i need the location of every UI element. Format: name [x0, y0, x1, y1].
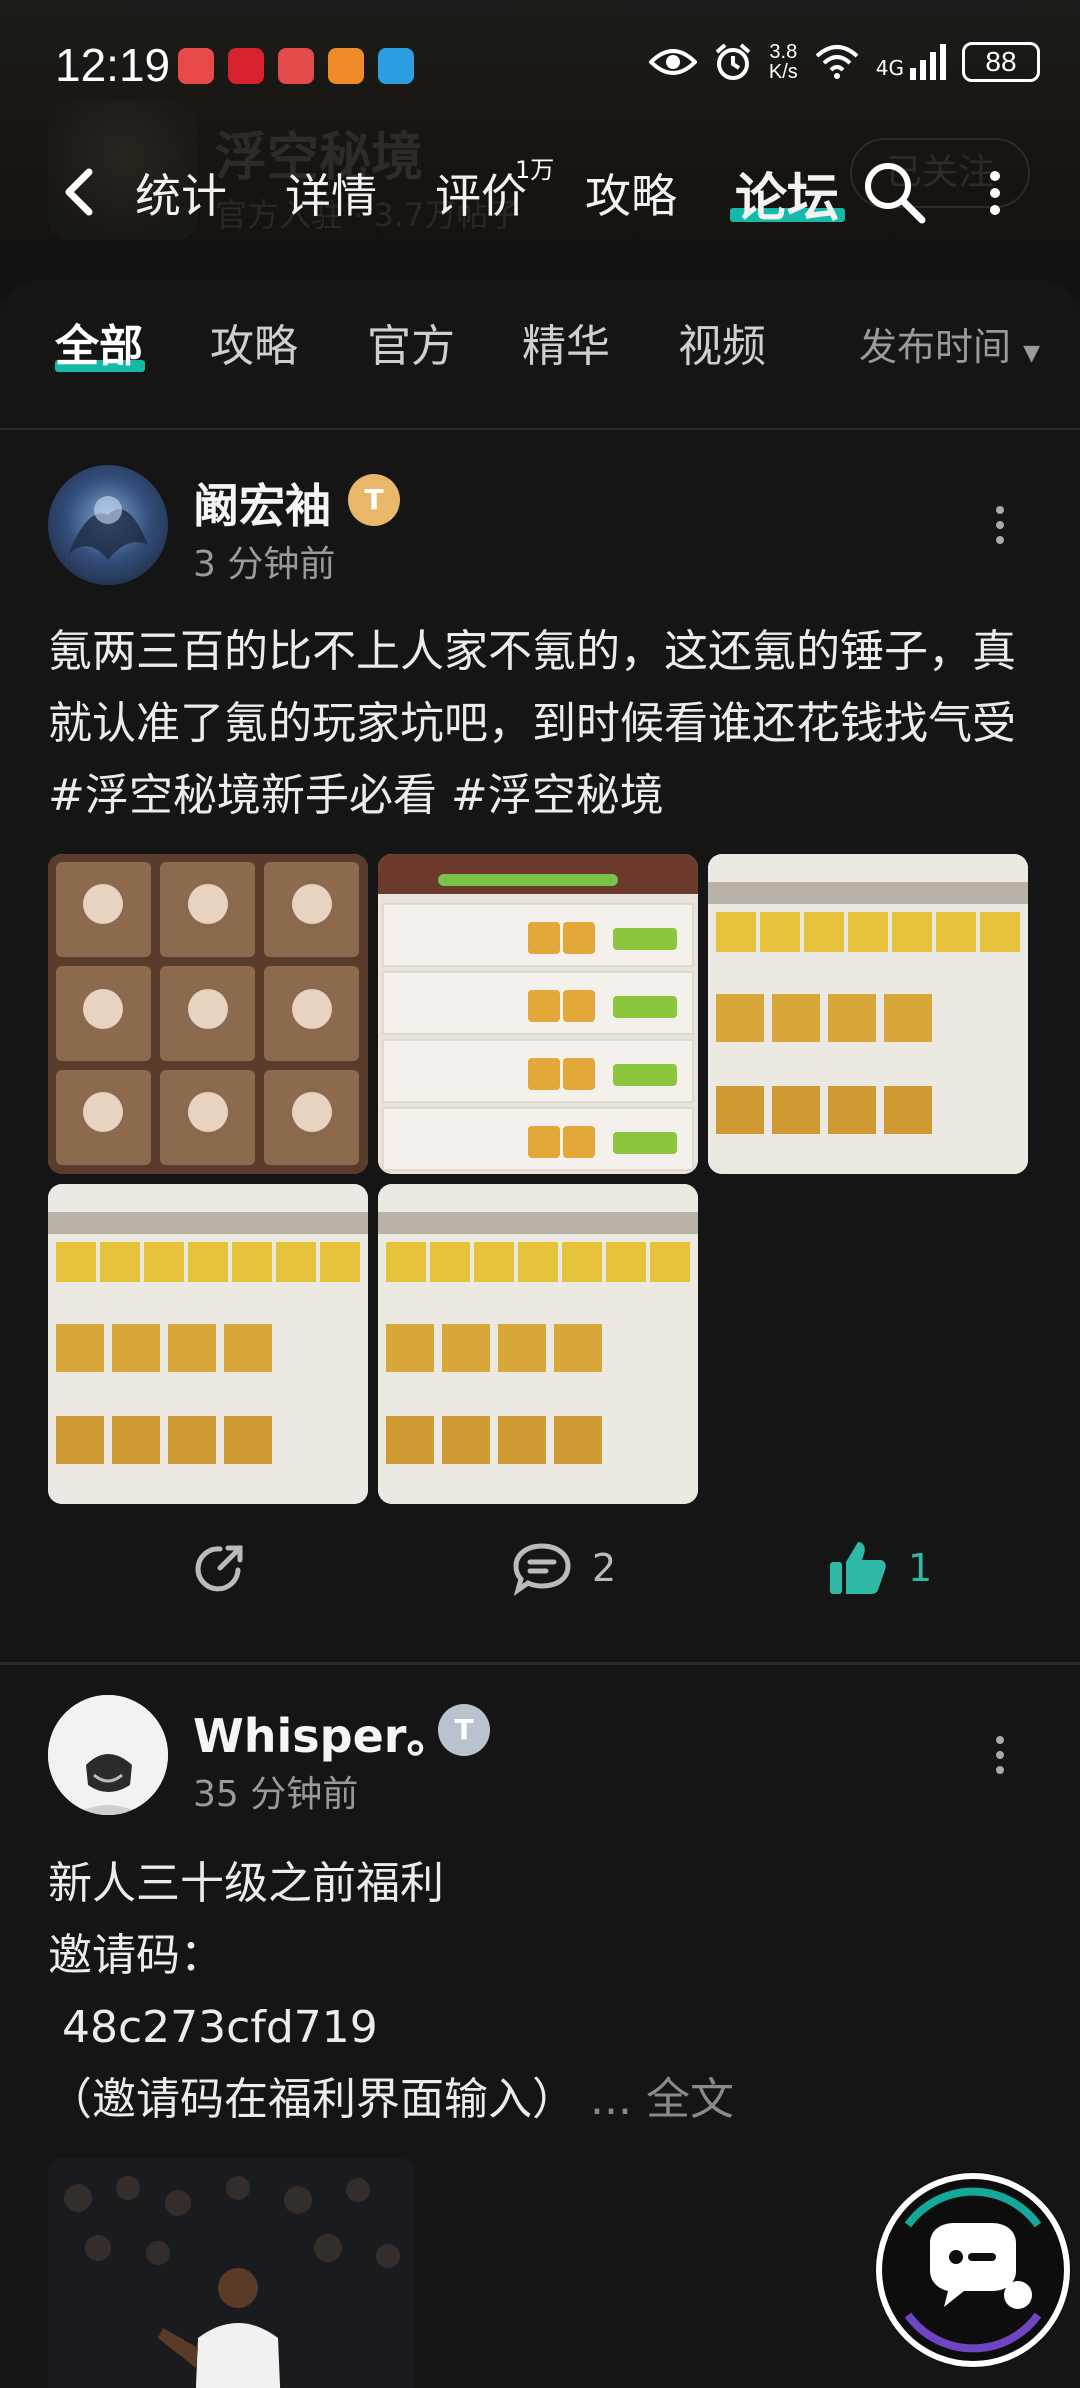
network-speed: 3.8 K/s — [769, 42, 798, 82]
filter-all[interactable]: 全部 — [55, 310, 143, 374]
post-text[interactable]: 氪两三百的比不上人家不氪的，这还氪的锤子，真就认准了氪的玩家坑吧，到时候看谁还花… — [48, 616, 1038, 832]
alarm-icon — [715, 43, 751, 80]
thumbs-up-icon — [830, 1542, 886, 1594]
tab-details[interactable]: 详情 — [285, 160, 377, 226]
post-time: 3 分钟前 — [193, 544, 336, 585]
speed-unit: K/s — [768, 61, 798, 83]
level-badge: T — [438, 1704, 490, 1756]
status-time: 12:19 — [55, 39, 171, 91]
battery-indicator: 88 — [962, 42, 1040, 82]
sort-label: 发布时间 — [858, 325, 1011, 369]
tab-forum[interactable]: 论坛 — [735, 156, 839, 231]
level-badge: T — [348, 474, 400, 526]
post-line: 邀请码： — [48, 1930, 224, 1981]
filter-featured[interactable]: 精华 — [522, 310, 610, 374]
share-icon — [195, 1545, 243, 1592]
status-right: 3.8 K/s 4G 88 — [648, 42, 1040, 82]
comment-icon — [513, 1543, 571, 1596]
comment-count: 2 — [592, 1546, 617, 1590]
review-count-badge: 1万 — [515, 156, 555, 184]
tab-stats[interactable]: 统计 — [135, 160, 227, 226]
heroes-grid-art — [48, 854, 368, 1174]
filter-bar: 全部 攻略 官方 精华 视频 发布时间 ▼ — [0, 280, 1080, 430]
top-navigation: 统计 详情 评价 1万 攻略 论坛 — [0, 150, 1080, 240]
post-more-icon[interactable] — [995, 505, 1005, 545]
read-more-link[interactable]: ... 全文 — [590, 2074, 734, 2125]
signal-icon: 4G — [876, 44, 946, 80]
screenshot-image[interactable] — [48, 854, 368, 1174]
eye-icon — [648, 49, 697, 75]
username[interactable]: 阚宏袖 — [193, 470, 331, 536]
share-button[interactable] — [190, 1540, 248, 1598]
like-count: 1 — [908, 1546, 933, 1590]
taobao-app-icon — [328, 48, 364, 84]
status-bar: 12:19 3.8 K/s 4G 88 — [0, 0, 1080, 130]
sort-dropdown[interactable]: 发布时间 ▼ — [859, 316, 1040, 371]
post-line-text: （邀请码在福利界面输入） — [48, 2074, 576, 2125]
back-arrow-icon[interactable] — [55, 162, 105, 222]
tab-guides[interactable]: 攻略 — [585, 160, 677, 226]
caret-down-icon: ▼ — [1023, 341, 1040, 366]
post-line: （邀请码在福利界面输入） ... 全文 — [48, 2064, 1038, 2136]
post-more-icon[interactable] — [995, 1735, 1005, 1775]
post-time: 35 分钟前 — [193, 1774, 359, 1815]
chat-bubble-icon — [875, 2172, 1071, 2368]
screenshot-image[interactable] — [378, 1184, 698, 1504]
avatar[interactable] — [48, 1695, 168, 1815]
avatar-art — [68, 496, 148, 560]
post-line: 新人三十级之前福利 — [48, 1858, 444, 1909]
wifi-icon — [815, 45, 859, 79]
speed-value: 3.8 — [769, 41, 798, 63]
network-type: 4G — [875, 56, 904, 80]
avatar-art — [48, 1695, 168, 1815]
lineup-art — [708, 854, 1028, 1174]
heart-app-icon — [228, 48, 264, 84]
lineup-art — [378, 1184, 698, 1504]
post-text[interactable]: 新人三十级之前福利 邀请码： 48c273cfd719 （邀请码在福利界面输入）… — [48, 1848, 1038, 2136]
username[interactable]: Whisper。 — [193, 1700, 452, 1766]
post-actions: 2 1 — [0, 1510, 1080, 1630]
chat-fab-button[interactable] — [868, 2165, 1078, 2375]
invite-code: 48c273cfd719 — [62, 2002, 378, 2053]
tab-reviews[interactable]: 评价 — [435, 160, 527, 226]
screenshot-image[interactable] — [48, 1184, 368, 1504]
screenshot-image[interactable] — [378, 854, 698, 1174]
more-options-icon[interactable] — [985, 168, 1005, 218]
search-icon[interactable] — [860, 158, 930, 228]
browser-app-icon — [378, 48, 414, 84]
like-button[interactable]: 1 — [828, 1540, 932, 1596]
post-image[interactable] — [48, 2158, 414, 2388]
avatar[interactable] — [48, 465, 168, 585]
post-divider — [0, 1662, 1080, 1665]
screenshot-image[interactable] — [708, 854, 1028, 1174]
basketball-photo-art — [48, 2158, 414, 2388]
task-list-art — [378, 854, 698, 1174]
reader-app-icon — [278, 48, 314, 84]
filter-guides[interactable]: 攻略 — [210, 310, 298, 374]
book-app-icon — [178, 48, 214, 84]
lineup-art — [48, 1184, 368, 1504]
filter-official[interactable]: 官方 — [367, 310, 455, 374]
notification-icons — [178, 48, 414, 84]
comment-button[interactable]: 2 — [512, 1540, 616, 1596]
filter-videos[interactable]: 视频 — [678, 310, 766, 374]
